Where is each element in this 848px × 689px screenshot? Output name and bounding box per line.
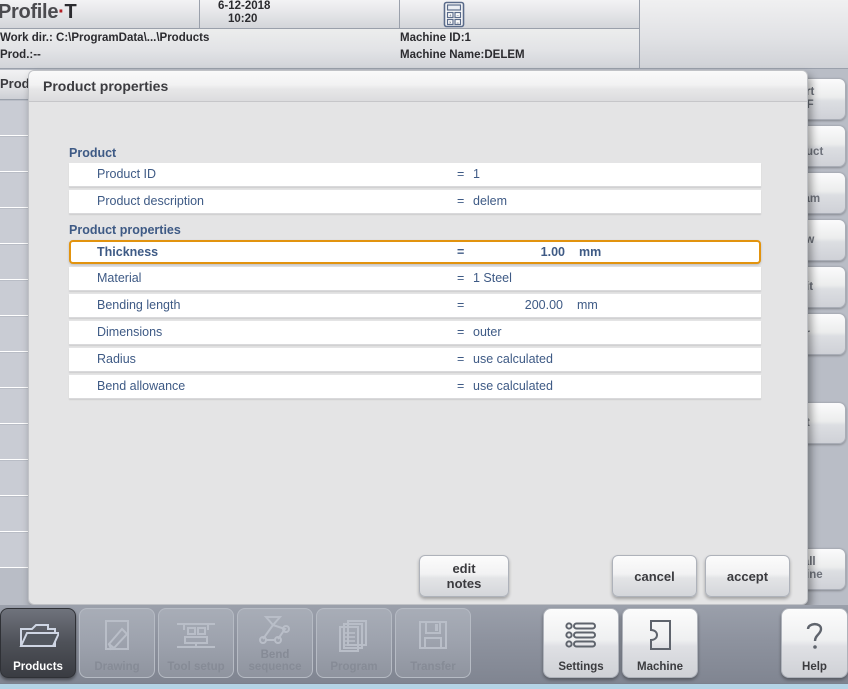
field-equals: = xyxy=(457,379,464,393)
accept-button[interactable]: accept xyxy=(705,555,790,597)
field-equals: = xyxy=(457,194,464,208)
taskbar-item-program[interactable]: Program xyxy=(316,608,392,678)
cancel-button[interactable]: cancel xyxy=(612,555,697,597)
section-heading-product-properties: Product properties xyxy=(69,223,769,237)
time-label: 10:20 xyxy=(228,13,257,25)
taskbar-item-products[interactable]: Products xyxy=(0,608,76,678)
folder-icon xyxy=(17,609,59,661)
field-row-dimensions[interactable]: Dimensions = outer xyxy=(69,321,761,345)
field-row-bending-length[interactable]: Bending length = 200.00 mm xyxy=(69,294,761,318)
field-equals: = xyxy=(457,271,464,285)
edit-notes-button[interactable]: edit notes xyxy=(419,555,509,597)
taskbar-label: Machine xyxy=(637,661,683,673)
field-label: Product description xyxy=(97,194,204,208)
taskbar-label: Bend sequence xyxy=(248,649,301,673)
field-value: 1 Steel xyxy=(473,271,512,285)
taskbar-item-drawing[interactable]: Drawing xyxy=(79,608,155,678)
accept-button-label: accept xyxy=(727,569,768,584)
field-value: 200.00 xyxy=(473,298,563,312)
pages-icon xyxy=(334,609,374,661)
field-equals: = xyxy=(457,325,464,339)
taskbar-accent-strip xyxy=(0,683,848,689)
taskbar-item-bend-sequence[interactable]: Bend sequence xyxy=(237,608,313,678)
work-dir-label: Work dir.: C:\ProgramData\...\Products xyxy=(0,32,209,44)
edit-notes-line2: notes xyxy=(447,576,482,591)
field-label: Thickness xyxy=(97,245,158,259)
field-label: Bending length xyxy=(97,298,180,312)
taskbar-item-settings[interactable]: Settings xyxy=(543,608,619,678)
taskbar-item-help[interactable]: Help xyxy=(781,608,848,678)
date-label: 6-12-2018 xyxy=(218,0,270,12)
dialog-title-bar: Product properties xyxy=(29,71,807,102)
bend-sequence-icon xyxy=(254,609,296,649)
taskbar-label: Drawing xyxy=(94,661,139,673)
header-row-top: Profile·T 6-12-2018 10:20 + − × = xyxy=(0,0,640,29)
datetime-display: 6-12-2018 10:20 xyxy=(200,0,400,29)
cancel-button-label: cancel xyxy=(634,569,674,584)
field-row-material[interactable]: Material = 1 Steel xyxy=(69,267,761,291)
field-value: outer xyxy=(473,325,502,339)
svg-text:−: − xyxy=(456,13,459,18)
application-window: Prod ort XF w duct w ram ew xyxy=(0,0,848,689)
header-row-info: Work dir.: C:\ProgramData\...\Products P… xyxy=(0,29,640,69)
field-row-radius[interactable]: Radius = use calculated xyxy=(69,348,761,372)
field-label: Product ID xyxy=(97,167,156,181)
floppy-icon xyxy=(415,609,451,661)
logo-text-main: Profile xyxy=(0,1,58,23)
field-row-thickness[interactable]: Thickness = 1.00 mm xyxy=(69,240,761,264)
product-label: Prod.:-- xyxy=(0,49,41,61)
field-value: use calculated xyxy=(473,352,553,366)
taskbar-label: Settings xyxy=(558,661,603,673)
taskbar-label: Tool setup xyxy=(167,661,224,673)
question-mark-icon xyxy=(800,609,830,661)
header-filler xyxy=(640,0,848,69)
taskbar-label: Help xyxy=(802,661,827,673)
machine-info-cell: Machine ID:1 Machine Name:DELEM xyxy=(400,29,640,69)
taskbar-item-machine[interactable]: Machine xyxy=(622,608,698,678)
machine-name-label: Machine Name:DELEM xyxy=(400,49,525,61)
taskbar: Products Drawing xyxy=(0,605,848,689)
taskbar-label: Products xyxy=(13,661,63,673)
section-heading-product: Product xyxy=(69,146,769,160)
field-equals: = xyxy=(457,298,464,312)
taskbar-label: Program xyxy=(330,661,377,673)
field-value: 1 xyxy=(473,167,480,181)
field-label: Radius xyxy=(97,352,136,366)
calculator-cell[interactable]: + − × = xyxy=(400,0,640,29)
product-properties-form: Product Product ID = 1 Product descripti… xyxy=(69,146,769,402)
field-unit: mm xyxy=(577,298,598,312)
field-value: use calculated xyxy=(473,379,553,393)
field-row-product-id[interactable]: Product ID = 1 xyxy=(69,163,761,187)
machine-id-label: Machine ID:1 xyxy=(400,32,471,44)
background-table-header-label: Prod xyxy=(0,76,30,91)
taskbar-item-transfer[interactable]: Transfer xyxy=(395,608,471,678)
app-logo: Profile·T xyxy=(0,0,200,29)
field-label: Dimensions xyxy=(97,325,162,339)
press-tool-icon xyxy=(173,609,219,661)
field-equals: = xyxy=(457,167,464,181)
field-equals: = xyxy=(457,245,464,259)
field-unit: mm xyxy=(579,245,601,259)
field-value: delem xyxy=(473,194,507,208)
edit-notes-line1: edit xyxy=(452,561,475,576)
field-label: Bend allowance xyxy=(97,379,185,393)
field-row-bend-allowance[interactable]: Bend allowance = use calculated xyxy=(69,375,761,399)
field-equals: = xyxy=(457,352,464,366)
taskbar-item-tool-setup[interactable]: Tool setup xyxy=(158,608,234,678)
logo-text-t: T xyxy=(65,1,77,23)
taskbar-label: Transfer xyxy=(410,661,455,673)
svg-text:+: + xyxy=(449,13,452,18)
sliders-icon xyxy=(562,609,600,661)
product-properties-dialog: Product properties Product Product ID = … xyxy=(28,70,808,605)
pencil-page-icon xyxy=(97,609,137,661)
dialog-title: Product properties xyxy=(43,78,168,94)
field-row-product-description[interactable]: Product description = delem xyxy=(69,190,761,214)
field-label: Material xyxy=(97,271,141,285)
machine-profile-icon xyxy=(643,609,677,661)
field-value: 1.00 xyxy=(475,245,565,259)
workdir-cell: Work dir.: C:\ProgramData\...\Products P… xyxy=(0,29,400,69)
